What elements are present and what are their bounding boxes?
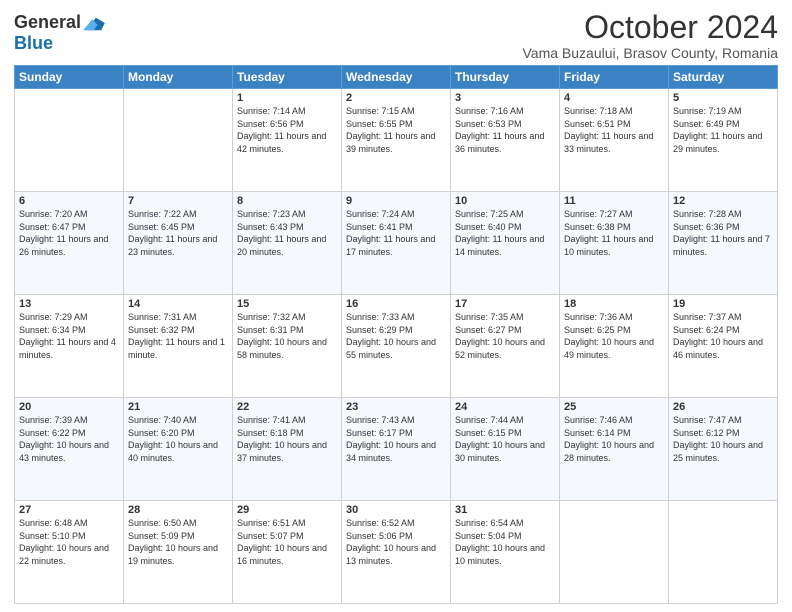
calendar-cell-w1-d7: 5 Sunrise: 7:19 AMSunset: 6:49 PMDayligh… bbox=[669, 89, 778, 192]
calendar-cell-w5-d2: 28 Sunrise: 6:50 AMSunset: 5:09 PMDaylig… bbox=[124, 501, 233, 604]
calendar-week-1: 1 Sunrise: 7:14 AMSunset: 6:56 PMDayligh… bbox=[15, 89, 778, 192]
logo-icon bbox=[83, 14, 105, 32]
calendar-cell-w4-d4: 23 Sunrise: 7:43 AMSunset: 6:17 PMDaylig… bbox=[342, 398, 451, 501]
title-area: October 2024 Vama Buzaului, Brasov Count… bbox=[523, 10, 779, 61]
calendar-cell-w3-d7: 19 Sunrise: 7:37 AMSunset: 6:24 PMDaylig… bbox=[669, 295, 778, 398]
calendar-cell-w2-d2: 7 Sunrise: 7:22 AMSunset: 6:45 PMDayligh… bbox=[124, 192, 233, 295]
calendar-cell-w3-d2: 14 Sunrise: 7:31 AMSunset: 6:32 PMDaylig… bbox=[124, 295, 233, 398]
calendar-week-5: 27 Sunrise: 6:48 AMSunset: 5:10 PMDaylig… bbox=[15, 501, 778, 604]
calendar-cell-w4-d5: 24 Sunrise: 7:44 AMSunset: 6:15 PMDaylig… bbox=[451, 398, 560, 501]
col-friday: Friday bbox=[560, 66, 669, 89]
header: General Blue October 2024 Vama Buzaului,… bbox=[14, 10, 778, 61]
calendar-cell-w1-d6: 4 Sunrise: 7:18 AMSunset: 6:51 PMDayligh… bbox=[560, 89, 669, 192]
logo: General Blue bbox=[14, 12, 105, 54]
calendar-week-2: 6 Sunrise: 7:20 AMSunset: 6:47 PMDayligh… bbox=[15, 192, 778, 295]
logo-blue-text: Blue bbox=[14, 33, 53, 54]
col-thursday: Thursday bbox=[451, 66, 560, 89]
col-monday: Monday bbox=[124, 66, 233, 89]
calendar-header-row: Sunday Monday Tuesday Wednesday Thursday… bbox=[15, 66, 778, 89]
calendar-cell-w2-d7: 12 Sunrise: 7:28 AMSunset: 6:36 PMDaylig… bbox=[669, 192, 778, 295]
calendar-cell-w3-d5: 17 Sunrise: 7:35 AMSunset: 6:27 PMDaylig… bbox=[451, 295, 560, 398]
calendar-cell-w2-d6: 11 Sunrise: 7:27 AMSunset: 6:38 PMDaylig… bbox=[560, 192, 669, 295]
calendar-cell-w2-d4: 9 Sunrise: 7:24 AMSunset: 6:41 PMDayligh… bbox=[342, 192, 451, 295]
col-tuesday: Tuesday bbox=[233, 66, 342, 89]
calendar-cell-w1-d1 bbox=[15, 89, 124, 192]
calendar-cell-w3-d1: 13 Sunrise: 7:29 AMSunset: 6:34 PMDaylig… bbox=[15, 295, 124, 398]
col-wednesday: Wednesday bbox=[342, 66, 451, 89]
calendar-cell-w5-d5: 31 Sunrise: 6:54 AMSunset: 5:04 PMDaylig… bbox=[451, 501, 560, 604]
calendar-cell-w2-d1: 6 Sunrise: 7:20 AMSunset: 6:47 PMDayligh… bbox=[15, 192, 124, 295]
calendar-week-3: 13 Sunrise: 7:29 AMSunset: 6:34 PMDaylig… bbox=[15, 295, 778, 398]
calendar-cell-w2-d5: 10 Sunrise: 7:25 AMSunset: 6:40 PMDaylig… bbox=[451, 192, 560, 295]
calendar-cell-w1-d4: 2 Sunrise: 7:15 AMSunset: 6:55 PMDayligh… bbox=[342, 89, 451, 192]
calendar-week-4: 20 Sunrise: 7:39 AMSunset: 6:22 PMDaylig… bbox=[15, 398, 778, 501]
calendar-table: Sunday Monday Tuesday Wednesday Thursday… bbox=[14, 65, 778, 604]
logo-general-text: General bbox=[14, 12, 81, 33]
calendar-cell-w1-d2 bbox=[124, 89, 233, 192]
col-sunday: Sunday bbox=[15, 66, 124, 89]
calendar-cell-w3-d6: 18 Sunrise: 7:36 AMSunset: 6:25 PMDaylig… bbox=[560, 295, 669, 398]
calendar-cell-w4-d2: 21 Sunrise: 7:40 AMSunset: 6:20 PMDaylig… bbox=[124, 398, 233, 501]
calendar-cell-w4-d1: 20 Sunrise: 7:39 AMSunset: 6:22 PMDaylig… bbox=[15, 398, 124, 501]
calendar-cell-w5-d7 bbox=[669, 501, 778, 604]
calendar-cell-w4-d7: 26 Sunrise: 7:47 AMSunset: 6:12 PMDaylig… bbox=[669, 398, 778, 501]
month-title: October 2024 bbox=[523, 10, 779, 45]
calendar-cell-w3-d4: 16 Sunrise: 7:33 AMSunset: 6:29 PMDaylig… bbox=[342, 295, 451, 398]
calendar-cell-w5-d4: 30 Sunrise: 6:52 AMSunset: 5:06 PMDaylig… bbox=[342, 501, 451, 604]
calendar-cell-w5-d1: 27 Sunrise: 6:48 AMSunset: 5:10 PMDaylig… bbox=[15, 501, 124, 604]
calendar-cell-w3-d3: 15 Sunrise: 7:32 AMSunset: 6:31 PMDaylig… bbox=[233, 295, 342, 398]
calendar-cell-w4-d6: 25 Sunrise: 7:46 AMSunset: 6:14 PMDaylig… bbox=[560, 398, 669, 501]
page: General Blue October 2024 Vama Buzaului,… bbox=[0, 0, 792, 612]
calendar-cell-w5-d3: 29 Sunrise: 6:51 AMSunset: 5:07 PMDaylig… bbox=[233, 501, 342, 604]
calendar-cell-w1-d3: 1 Sunrise: 7:14 AMSunset: 6:56 PMDayligh… bbox=[233, 89, 342, 192]
location-title: Vama Buzaului, Brasov County, Romania bbox=[523, 45, 779, 61]
calendar-cell-w4-d3: 22 Sunrise: 7:41 AMSunset: 6:18 PMDaylig… bbox=[233, 398, 342, 501]
calendar-cell-w1-d5: 3 Sunrise: 7:16 AMSunset: 6:53 PMDayligh… bbox=[451, 89, 560, 192]
calendar-cell-w5-d6 bbox=[560, 501, 669, 604]
calendar-cell-w2-d3: 8 Sunrise: 7:23 AMSunset: 6:43 PMDayligh… bbox=[233, 192, 342, 295]
col-saturday: Saturday bbox=[669, 66, 778, 89]
